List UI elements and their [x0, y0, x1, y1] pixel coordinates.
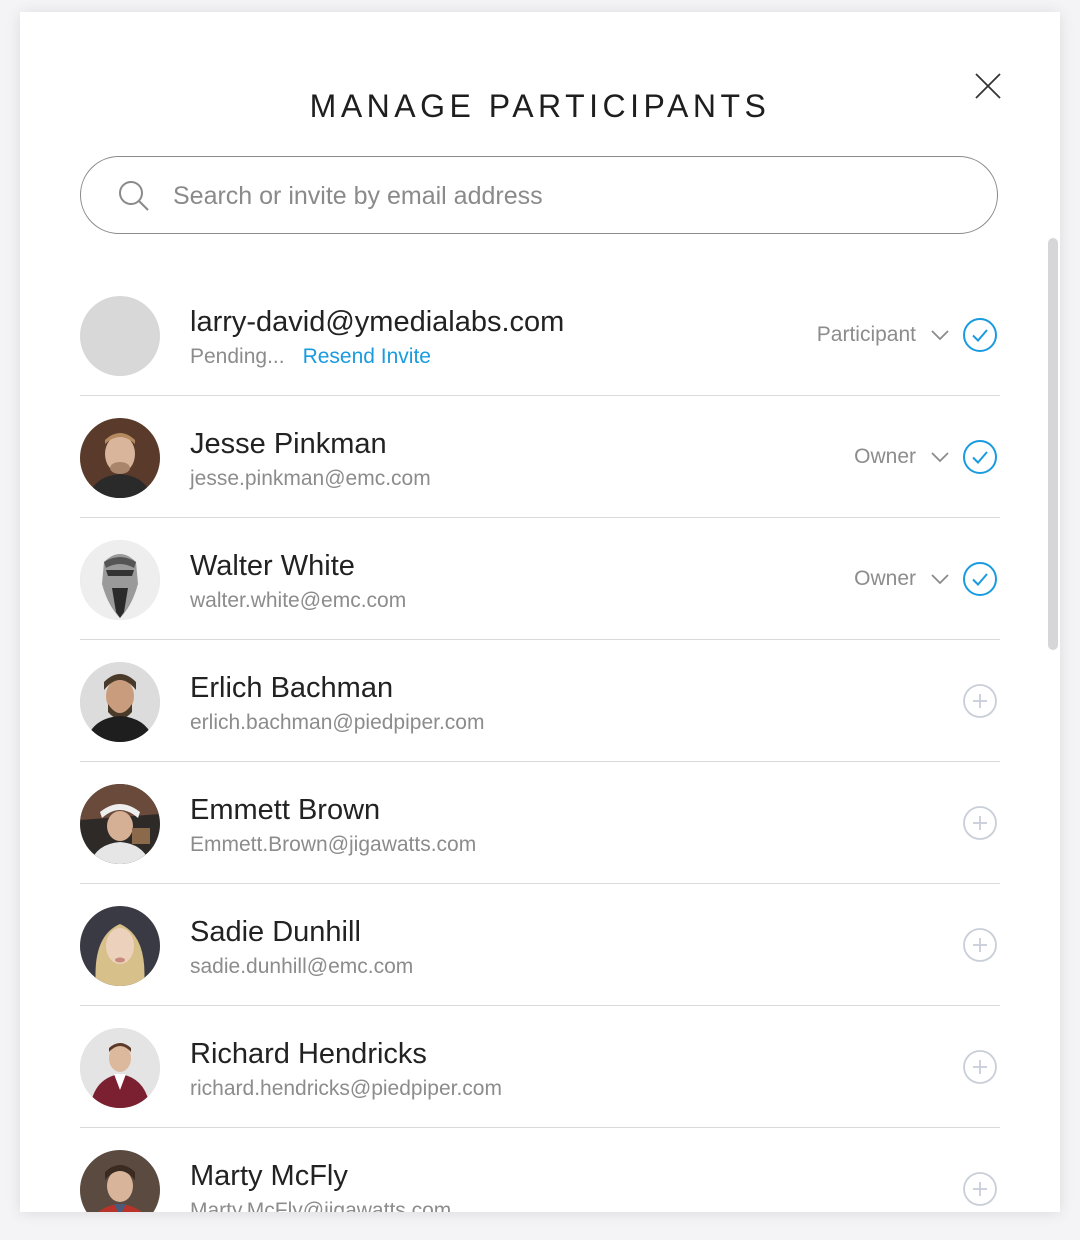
add-circle-icon[interactable] [962, 1171, 998, 1207]
check-circle-icon[interactable] [962, 439, 998, 475]
avatar [80, 906, 160, 986]
participant-email: richard.hendricks@piedpiper.com [190, 1077, 502, 1100]
participant-name: Sadie Dunhill [190, 916, 361, 948]
role-dropdown[interactable]: Owner [854, 444, 916, 470]
participant-row: Sadie Dunhill sadie.dunhill@emc.com [80, 884, 1000, 1006]
avatar [80, 784, 160, 864]
add-circle-icon[interactable] [962, 1049, 998, 1085]
chevron-down-icon[interactable] [930, 572, 950, 586]
close-icon[interactable] [972, 70, 1004, 102]
avatar [80, 418, 160, 498]
avatar [80, 662, 160, 742]
avatar [80, 1028, 160, 1108]
add-circle-icon[interactable] [962, 927, 998, 963]
check-circle-icon[interactable] [962, 561, 998, 597]
search-bar [80, 156, 998, 234]
add-circle-icon[interactable] [962, 805, 998, 841]
participant-email: walter.white@emc.com [190, 589, 407, 612]
participant-status: Pending... Resend Invite [190, 344, 431, 370]
role-dropdown[interactable]: Participant [817, 322, 916, 348]
participant-name: Marty McFly [190, 1160, 348, 1192]
participant-row: Jesse Pinkman jesse.pinkman@emc.com Owne… [80, 396, 1000, 518]
avatar [80, 540, 160, 620]
manage-participants-dialog: MANAGE PARTICIPANTS larry-david@ymediala… [20, 12, 1060, 1212]
participant-row: Emmett Brown Emmett.Brown@jigawatts.com [80, 762, 1000, 884]
participant-email: larry-david@ymedialabs.com [190, 306, 565, 338]
participant-name: Jesse Pinkman [190, 428, 387, 460]
resend-invite-link[interactable]: Resend Invite [303, 345, 431, 368]
participant-name: Richard Hendricks [190, 1038, 427, 1070]
participant-row: Walter White walter.white@emc.com Owner [80, 518, 1000, 640]
participant-row: Erlich Bachman erlich.bachman@piedpiper.… [80, 640, 1000, 762]
pending-label: Pending... [190, 345, 285, 368]
participant-row: Marty McFly Marty.McFly@jigawatts.com [80, 1128, 1000, 1212]
participant-row: larry-david@ymedialabs.com Pending... Res… [80, 274, 1000, 396]
chevron-down-icon[interactable] [930, 450, 950, 464]
role-dropdown[interactable]: Owner [854, 566, 916, 592]
avatar-placeholder [80, 296, 160, 376]
participant-email: sadie.dunhill@emc.com [190, 955, 414, 978]
check-circle-icon[interactable] [962, 317, 998, 353]
chevron-down-icon[interactable] [930, 328, 950, 342]
dialog-title: MANAGE PARTICIPANTS [309, 88, 771, 124]
search-icon [119, 181, 149, 211]
participant-list: larry-david@ymedialabs.com Pending... Res… [80, 274, 1000, 1212]
participant-row: Richard Hendricks richard.hendricks@pied… [80, 1006, 1000, 1128]
avatar [80, 1150, 160, 1212]
participant-email: Marty.McFly@jigawatts.com [190, 1199, 452, 1212]
scrollbar[interactable] [1048, 238, 1058, 650]
participant-email: Emmett.Brown@jigawatts.com [190, 833, 477, 856]
participant-name: Emmett Brown [190, 794, 381, 826]
participant-email: erlich.bachman@piedpiper.com [190, 711, 485, 734]
participant-name: Erlich Bachman [190, 672, 394, 704]
add-circle-icon[interactable] [962, 683, 998, 719]
participant-name: Walter White [190, 550, 355, 582]
participant-email: jesse.pinkman@emc.com [190, 467, 431, 490]
search-input[interactable] [171, 175, 955, 217]
